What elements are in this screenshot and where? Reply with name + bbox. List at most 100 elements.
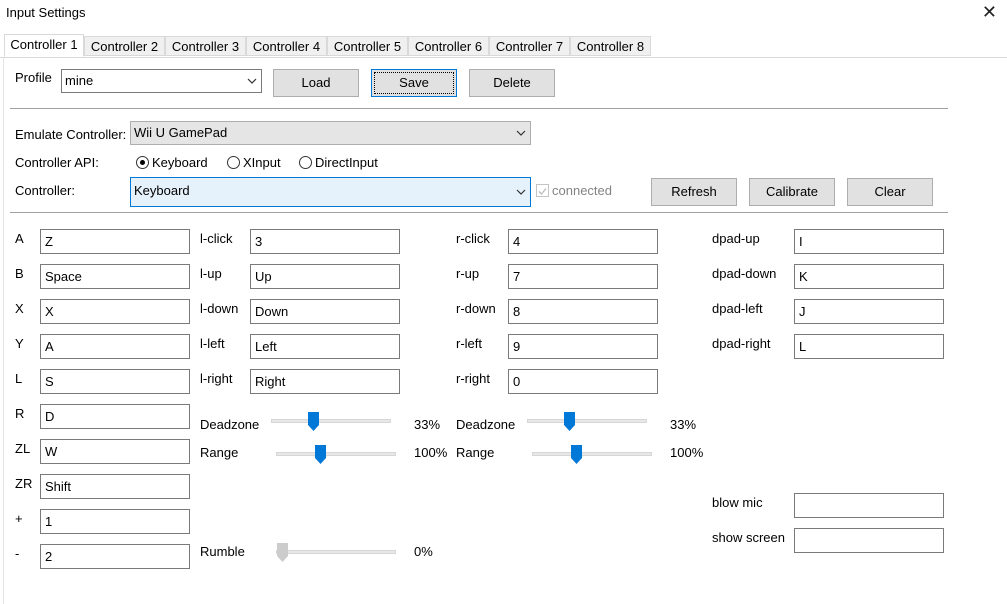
frame-left-border bbox=[3, 57, 4, 604]
left-deadzone-slider[interactable] bbox=[271, 412, 391, 431]
radio-xinput[interactable] bbox=[227, 156, 240, 169]
slider-thumb[interactable] bbox=[315, 445, 327, 464]
close-icon[interactable]: ✕ bbox=[982, 2, 997, 23]
mapping-input-r-right[interactable]: 0 bbox=[508, 369, 658, 394]
right-range-slider[interactable] bbox=[532, 445, 652, 464]
slider-thumb[interactable] bbox=[571, 445, 583, 464]
mapping-input-minus[interactable]: 2 bbox=[40, 544, 190, 569]
left-range-value: 100% bbox=[414, 445, 448, 460]
mapping-input-zl[interactable]: W bbox=[40, 439, 190, 464]
mapping-input-r-down[interactable]: 8 bbox=[508, 299, 658, 324]
tab-controller-3[interactable]: Controller 3 bbox=[165, 36, 246, 56]
rumble-label: Rumble bbox=[200, 544, 245, 559]
focus-rectangle bbox=[374, 72, 454, 94]
mapping-label-l-up: l-up bbox=[200, 266, 222, 281]
mapping-input-l[interactable]: S bbox=[40, 369, 190, 394]
calibrate-button[interactable]: Calibrate bbox=[749, 178, 835, 206]
mapping-input-l-up[interactable]: Up bbox=[250, 264, 400, 289]
mapping-label-b: B bbox=[15, 266, 24, 281]
mapping-input-r-left[interactable]: 9 bbox=[508, 334, 658, 359]
tab-controller-5[interactable]: Controller 5 bbox=[327, 36, 408, 56]
profile-combo-value: mine bbox=[65, 73, 94, 88]
mapping-label-r-down: r-down bbox=[456, 301, 496, 316]
right-range-label: Range bbox=[456, 445, 495, 460]
mapping-label-minus: - bbox=[15, 546, 20, 561]
mapping-input-dpad-down[interactable]: K bbox=[794, 264, 944, 289]
mapping-input-y[interactable]: A bbox=[40, 334, 190, 359]
mapping-input-dpad-left[interactable]: J bbox=[794, 299, 944, 324]
mapping-input-l-click[interactable]: 3 bbox=[250, 229, 400, 254]
rumble-slider[interactable] bbox=[276, 543, 396, 562]
mapping-label-dpad-up: dpad-up bbox=[712, 231, 760, 246]
mapping-input-r[interactable]: D bbox=[40, 404, 190, 429]
delete-button[interactable]: Delete bbox=[469, 69, 555, 97]
left-deadzone-label: Deadzone bbox=[200, 417, 260, 432]
left-range-label: Range bbox=[200, 445, 239, 460]
slider-thumb[interactable] bbox=[307, 412, 319, 431]
left-deadzone-value: 33% bbox=[414, 417, 441, 432]
slider-thumb[interactable] bbox=[563, 412, 575, 431]
emulate-controller-label: Emulate Controller: bbox=[15, 127, 127, 142]
mapping-input-b[interactable]: Space bbox=[40, 264, 190, 289]
save-button[interactable]: Save bbox=[371, 69, 457, 97]
chevron-down-icon bbox=[516, 130, 526, 136]
blow-mic-label: blow mic bbox=[712, 495, 763, 510]
tab-controller-4[interactable]: Controller 4 bbox=[246, 36, 327, 56]
clear-button[interactable]: Clear bbox=[847, 178, 933, 206]
mapping-input-plus[interactable]: 1 bbox=[40, 509, 190, 534]
controller-api-label: Controller API: bbox=[15, 155, 99, 170]
profile-combo[interactable]: mine bbox=[61, 69, 262, 93]
mapping-label-a: A bbox=[15, 231, 24, 246]
refresh-button[interactable]: Refresh bbox=[651, 178, 737, 206]
controller-combo-value: Keyboard bbox=[134, 183, 190, 198]
radio-directinput[interactable] bbox=[299, 156, 312, 169]
chevron-down-icon bbox=[516, 189, 526, 195]
mapping-input-l-down[interactable]: Down bbox=[250, 299, 400, 324]
mapping-label-r-click: r-click bbox=[456, 231, 490, 246]
mapping-label-r-right: r-right bbox=[456, 371, 490, 386]
mapping-input-zr[interactable]: Shift bbox=[40, 474, 190, 499]
mapping-input-dpad-up[interactable]: I bbox=[794, 229, 944, 254]
tab-controller-6[interactable]: Controller 6 bbox=[408, 36, 489, 56]
load-button[interactable]: Load bbox=[273, 69, 359, 97]
right-deadzone-slider[interactable] bbox=[527, 412, 647, 431]
tab-controller-8[interactable]: Controller 8 bbox=[570, 36, 651, 56]
mapping-input-l-right[interactable]: Right bbox=[250, 369, 400, 394]
mapping-label-l-left: l-left bbox=[200, 336, 225, 351]
emulate-controller-value: Wii U GamePad bbox=[134, 125, 228, 140]
tab-controller-7[interactable]: Controller 7 bbox=[489, 36, 570, 56]
mapping-label-r: R bbox=[15, 406, 25, 421]
show-screen-label: show screen bbox=[712, 530, 785, 545]
mapping-input-l-left[interactable]: Left bbox=[250, 334, 400, 359]
tab-controller-1[interactable]: Controller 1 bbox=[4, 34, 84, 57]
profile-label: Profile bbox=[15, 70, 52, 85]
radio-keyboard[interactable] bbox=[136, 156, 149, 169]
left-range-slider[interactable] bbox=[276, 445, 396, 464]
emulate-controller-combo[interactable]: Wii U GamePad bbox=[130, 121, 531, 145]
controller-combo[interactable]: Keyboard bbox=[130, 177, 531, 207]
mapping-input-r-up[interactable]: 7 bbox=[508, 264, 658, 289]
mapping-input-a[interactable]: Z bbox=[40, 229, 190, 254]
mapping-label-dpad-right: dpad-right bbox=[712, 336, 771, 351]
mapping-label-zr: ZR bbox=[15, 476, 33, 491]
mapping-label-r-left: r-left bbox=[456, 336, 482, 351]
mapping-label-zl: ZL bbox=[15, 441, 31, 456]
right-deadzone-value: 33% bbox=[670, 417, 697, 432]
mapping-label-y: Y bbox=[15, 336, 24, 351]
mapping-input-r-click[interactable]: 4 bbox=[508, 229, 658, 254]
slider-thumb[interactable] bbox=[277, 543, 288, 562]
mapping-input-dpad-right[interactable]: L bbox=[794, 334, 944, 359]
separator-2 bbox=[10, 212, 948, 213]
connected-label: connected bbox=[552, 183, 612, 198]
mapping-input-x[interactable]: X bbox=[40, 299, 190, 324]
mapping-label-dpad-down: dpad-down bbox=[712, 266, 777, 281]
right-deadzone-label: Deadzone bbox=[456, 417, 516, 432]
tab-baseline bbox=[0, 57, 1007, 58]
mapping-label-x: X bbox=[15, 301, 24, 316]
mapping-label-r-up: r-up bbox=[456, 266, 480, 281]
blow-mic-input[interactable] bbox=[794, 493, 944, 518]
connected-checkbox[interactable] bbox=[536, 184, 549, 197]
tab-controller-2[interactable]: Controller 2 bbox=[84, 36, 165, 56]
show-screen-input[interactable] bbox=[794, 528, 944, 553]
chevron-down-icon bbox=[247, 78, 257, 84]
